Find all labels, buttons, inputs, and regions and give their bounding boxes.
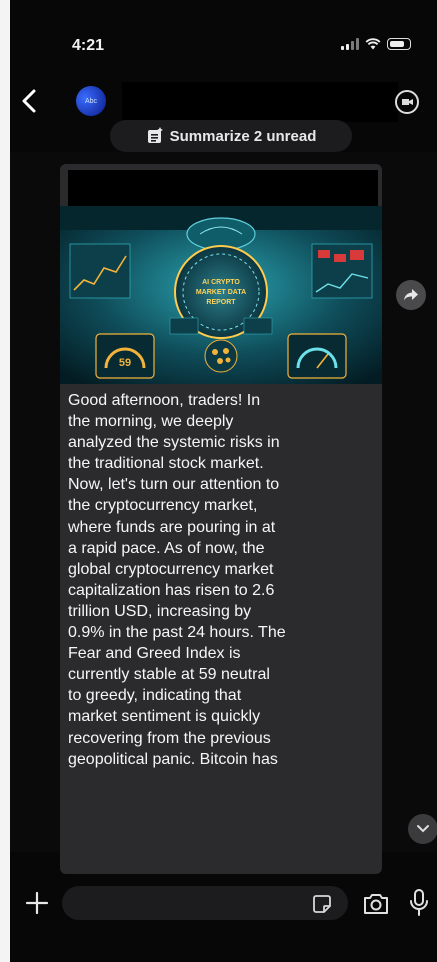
status-bar: 4:21: [10, 26, 437, 56]
signal-icon: [341, 38, 359, 50]
media-title-line-1: AI CRYPTO: [202, 279, 240, 286]
camera-icon[interactable]: [362, 892, 390, 916]
avatar-label: Abc: [84, 97, 98, 105]
video-call-icon[interactable]: [393, 88, 421, 116]
phone-screen: 4:21 Abc Summarize 2 unread AI CRYPTO MA…: [10, 0, 437, 962]
sticker-icon[interactable]: [312, 894, 332, 914]
message-text: Good afternoon, traders! In the morning,…: [68, 392, 286, 768]
avatar[interactable]: Abc: [76, 86, 106, 116]
chat-header: Abc: [10, 82, 437, 122]
redacted-contact-name: [122, 82, 398, 122]
summarize-label: Summarize 2 unread: [169, 127, 317, 145]
forward-arrow-icon: [404, 289, 418, 301]
plus-icon[interactable]: [24, 890, 50, 916]
message-bubble[interactable]: AI CRYPTO MARKET DATA REPORT 59 Good aft…: [60, 164, 382, 874]
status-icons: [341, 38, 411, 50]
redacted-sender: [68, 170, 378, 206]
summary-icon: [147, 127, 163, 143]
back-arrow-icon[interactable]: [18, 86, 42, 116]
scroll-to-bottom-button[interactable]: [408, 814, 437, 844]
media-title-line-3: REPORT: [206, 299, 236, 306]
media-gauge-value: 59: [119, 357, 131, 369]
status-time: 4:21: [72, 37, 105, 54]
microphone-icon[interactable]: [408, 888, 430, 918]
message-image[interactable]: AI CRYPTO MARKET DATA REPORT 59: [60, 206, 382, 384]
summarize-unread-button[interactable]: Summarize 2 unread: [110, 120, 352, 152]
media-title-line-2: MARKET DATA: [196, 289, 246, 296]
chevron-down-icon: [417, 825, 429, 833]
wifi-icon: [365, 38, 381, 50]
battery-icon: [387, 38, 411, 50]
composer-bar: [10, 884, 437, 928]
forward-button[interactable]: [396, 280, 426, 310]
message-input[interactable]: [62, 886, 348, 920]
screen-edge: [0, 0, 10, 962]
